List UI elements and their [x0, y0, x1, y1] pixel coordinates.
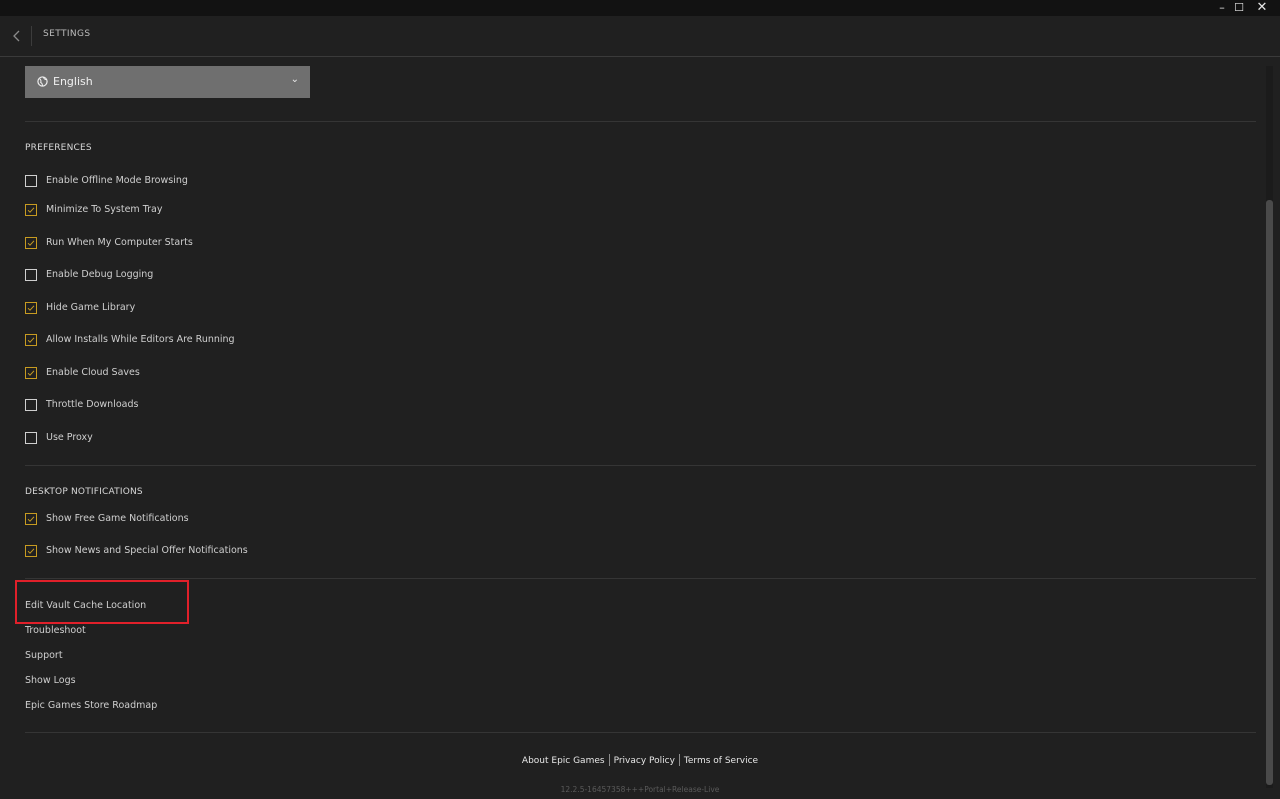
- privacy-policy-link[interactable]: Privacy Policy: [610, 756, 679, 766]
- terms-of-service-link[interactable]: Terms of Service: [680, 756, 762, 766]
- language-selected-value: English: [53, 75, 93, 88]
- section-divider: [25, 732, 1256, 733]
- about-link[interactable]: About Epic Games: [518, 756, 609, 766]
- header-divider: [31, 26, 32, 46]
- checkbox-unchecked[interactable]: [25, 269, 37, 281]
- checkmark-icon: [27, 240, 35, 246]
- checkmark-icon: [27, 305, 35, 311]
- checkbox-unchecked[interactable]: [25, 432, 37, 444]
- checkbox-label: Enable Debug Logging: [46, 269, 154, 280]
- language-select[interactable]: English ⌄: [25, 66, 310, 98]
- checkmark-icon: [27, 516, 35, 522]
- checkbox-checked[interactable]: [25, 545, 37, 557]
- notifications-heading: DESKTOP NOTIFICATIONS: [25, 487, 143, 497]
- checkmark-icon: [27, 370, 35, 376]
- checkbox-checked[interactable]: [25, 204, 37, 216]
- page-title: SETTINGS: [43, 29, 91, 39]
- checkmark-icon: [27, 337, 35, 343]
- version-text: 12.2.5-16457358+++Portal+Release-Live: [560, 785, 720, 794]
- close-icon[interactable]: ✕: [1252, 0, 1272, 16]
- highlight-box: [15, 580, 189, 624]
- checkbox-unchecked[interactable]: [25, 399, 37, 411]
- checkbox-label: Show Free Game Notifications: [46, 513, 189, 524]
- checkmark-icon: [27, 207, 35, 213]
- checkmark-icon: [27, 548, 35, 554]
- section-divider: [25, 121, 1256, 122]
- settings-header: SETTINGS: [0, 16, 1280, 57]
- checkbox-label: Throttle Downloads: [46, 399, 139, 410]
- checkbox-checked[interactable]: [25, 513, 37, 525]
- checkbox-checked[interactable]: [25, 367, 37, 379]
- maximize-icon[interactable]: ☐: [1229, 0, 1249, 16]
- roadmap-link[interactable]: Epic Games Store Roadmap: [25, 700, 157, 711]
- checkbox-label: Allow Installs While Editors Are Running: [46, 334, 235, 345]
- checkbox-label: Show News and Special Offer Notification…: [46, 545, 248, 556]
- section-divider: [25, 465, 1256, 466]
- support-link[interactable]: Support: [25, 650, 63, 661]
- show-logs-link[interactable]: Show Logs: [25, 675, 76, 686]
- checkbox-checked[interactable]: [25, 302, 37, 314]
- checkbox-label: Enable Cloud Saves: [46, 367, 140, 378]
- troubleshoot-link[interactable]: Troubleshoot: [25, 625, 86, 636]
- preferences-heading: PREFERENCES: [25, 143, 92, 153]
- checkbox-label: Hide Game Library: [46, 302, 136, 313]
- checkbox-unchecked[interactable]: [25, 175, 37, 187]
- checkbox-label: Run When My Computer Starts: [46, 237, 193, 248]
- title-bar: – ☐ ✕: [0, 0, 1280, 16]
- checkbox-label: Use Proxy: [46, 432, 93, 443]
- chevron-left-icon: [13, 30, 20, 42]
- section-divider: [25, 578, 1256, 579]
- checkbox-label: Enable Offline Mode Browsing: [46, 175, 188, 186]
- globe-icon: [37, 76, 48, 87]
- checkbox-checked[interactable]: [25, 237, 37, 249]
- scrollbar-thumb[interactable]: [1266, 200, 1273, 785]
- checkbox-checked[interactable]: [25, 334, 37, 346]
- chevron-down-icon: ⌄: [290, 74, 299, 85]
- back-button[interactable]: [10, 28, 24, 44]
- footer-links: About Epic Games Privacy Policy Terms of S…: [0, 754, 1280, 766]
- checkbox-label: Minimize To System Tray: [46, 204, 163, 215]
